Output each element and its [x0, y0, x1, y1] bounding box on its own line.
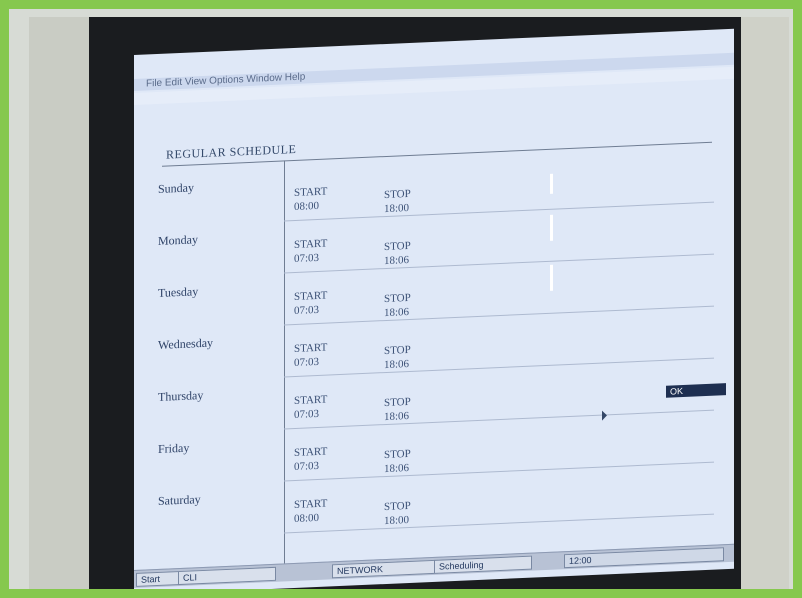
pointer-icon [602, 410, 607, 421]
stop-block[interactable]: STOP 18:06 [384, 447, 411, 476]
stop-label: STOP [384, 291, 411, 306]
start-label: START [294, 237, 328, 252]
day-label: Friday [158, 440, 190, 456]
start-block[interactable]: START 07:03 [294, 289, 327, 318]
schedule-title: REGULAR SCHEDULE [166, 141, 297, 162]
start-time[interactable]: 07:03 [294, 303, 327, 318]
stop-label: STOP [384, 343, 411, 358]
day-label: Monday [158, 232, 198, 248]
stop-label: STOP [384, 447, 411, 462]
monitor-left-edge [29, 17, 89, 589]
stop-block[interactable]: STOP 18:00 [384, 187, 411, 216]
day-label: Thursday [158, 387, 204, 404]
marker-3 [550, 264, 553, 291]
stop-time[interactable]: 18:06 [384, 409, 411, 424]
start-label: START [294, 289, 328, 304]
stop-block[interactable]: STOP 18:00 [384, 499, 411, 528]
start-label: START [294, 341, 328, 356]
screen: File Edit View Options Window Help REGUL… [134, 28, 734, 589]
stop-time[interactable]: 18:06 [384, 305, 411, 320]
stop-block[interactable]: STOP 18:06 [384, 343, 411, 372]
stop-time[interactable]: 18:06 [384, 357, 411, 372]
stop-label: STOP [384, 187, 411, 202]
day-label: Tuesday [158, 284, 199, 300]
monitor-bezel: File Edit View Options Window Help REGUL… [29, 17, 789, 589]
stop-time[interactable]: 18:00 [384, 513, 411, 528]
start-block[interactable]: START 07:03 [294, 393, 327, 422]
start-block[interactable]: START 07:03 [294, 341, 327, 370]
start-block[interactable]: START 08:00 [294, 497, 327, 526]
marker-2 [550, 214, 553, 241]
stop-time[interactable]: 18:06 [384, 461, 411, 476]
start-button[interactable]: Start [136, 570, 184, 587]
start-label: START [294, 497, 328, 512]
start-time[interactable]: 07:03 [294, 355, 327, 370]
start-time[interactable]: 07:03 [294, 459, 327, 474]
start-time[interactable]: 07:03 [294, 407, 327, 422]
day-label: Sunday [158, 180, 194, 196]
start-label: START [294, 185, 328, 200]
start-block[interactable]: START 07:03 [294, 445, 327, 474]
photo-frame: File Edit View Options Window Help REGUL… [0, 0, 802, 598]
stop-label: STOP [384, 395, 411, 410]
start-time[interactable]: 08:00 [294, 511, 327, 526]
monitor-right-edge [741, 17, 789, 589]
row-divider [284, 513, 714, 534]
stop-label: STOP [384, 499, 411, 514]
stop-time[interactable]: 18:06 [384, 253, 411, 268]
start-time[interactable]: 08:00 [294, 199, 327, 214]
stop-label: STOP [384, 239, 411, 254]
marker-1 [550, 173, 553, 194]
taskbar-item[interactable]: NETWORK [332, 559, 438, 579]
taskbar-item[interactable]: Scheduling [434, 555, 532, 574]
start-block[interactable]: START 08:00 [294, 185, 327, 214]
taskbar-item[interactable]: CLI [178, 566, 276, 586]
stop-block[interactable]: STOP 18:06 [384, 291, 411, 320]
taskbar: Start CLI NETWORK Scheduling 12:00 [134, 543, 734, 588]
start-block[interactable]: START 07:03 [294, 237, 327, 266]
day-label: Saturday [158, 492, 201, 508]
stop-block[interactable]: STOP 18:06 [384, 395, 411, 424]
stop-time[interactable]: 18:00 [384, 201, 411, 216]
start-label: START [294, 445, 328, 460]
clock: 12:00 [564, 547, 724, 569]
day-label: Wednesday [158, 335, 214, 352]
start-time[interactable]: 07:03 [294, 251, 327, 266]
stop-block[interactable]: STOP 18:06 [384, 239, 411, 268]
start-label: START [294, 393, 328, 408]
